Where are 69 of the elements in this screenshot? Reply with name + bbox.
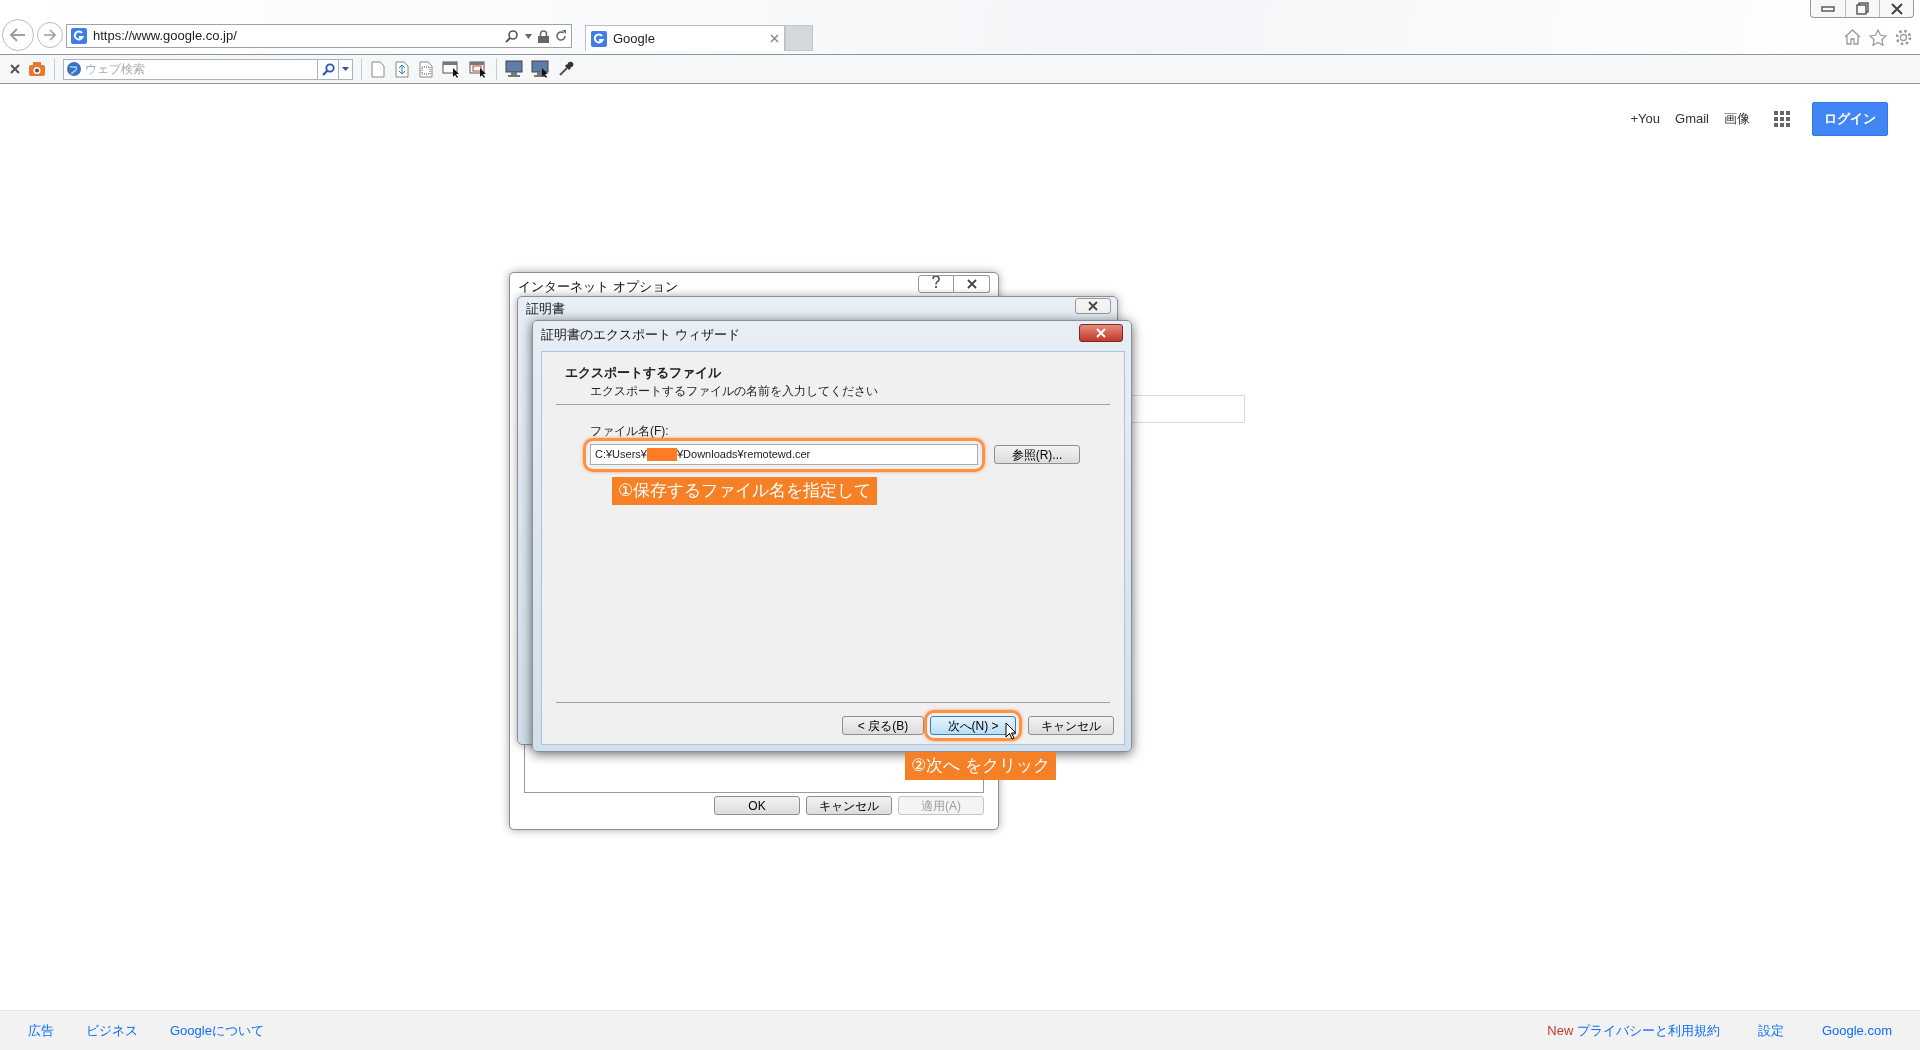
close-icon[interactable]: [10, 64, 20, 74]
wizard-button[interactable]: < 戻る(B): [842, 716, 924, 735]
page-subtitle: エクスポートするファイルの名前を入力してください: [590, 383, 878, 400]
search-field[interactable]: ウェブ検索: [82, 58, 317, 80]
restore-icon[interactable]: [1855, 1, 1870, 16]
footer-link[interactable]: New プライバシーと利用規約: [1547, 1020, 1720, 1041]
annotation-callout: ②次へ をクリック: [905, 752, 1056, 780]
window-cursor-icon[interactable]: [469, 59, 488, 79]
search-button[interactable]: [317, 58, 339, 80]
footer-link[interactable]: Google.com: [1821, 1020, 1892, 1041]
address-text: https://www.google.co.jp/: [93, 27, 238, 46]
site-favicon: [71, 28, 87, 44]
footer-link[interactable]: ビジネス: [86, 1020, 138, 1041]
eyedropper-icon[interactable]: [558, 61, 574, 77]
settings-icon[interactable]: [1895, 29, 1912, 46]
page-arrows-icon[interactable]: [394, 60, 410, 78]
apps-grid-icon[interactable]: [1774, 111, 1790, 127]
header-link[interactable]: 画像: [1724, 109, 1750, 129]
header-link[interactable]: Gmail: [1675, 109, 1709, 129]
dropdown-caret-icon[interactable]: [525, 33, 532, 39]
home-icon[interactable]: [1844, 29, 1861, 45]
window-cursor-icon[interactable]: [442, 59, 461, 79]
close-icon: [1096, 328, 1106, 338]
login-button[interactable]: ログイン: [1812, 102, 1888, 136]
monitor-icon[interactable]: [505, 60, 523, 78]
help-button[interactable]: [918, 275, 954, 293]
search-icon[interactable]: [505, 29, 519, 43]
field-label: ファイル名(F):: [590, 423, 669, 440]
refresh-icon[interactable]: [555, 30, 567, 42]
back-button[interactable]: [2, 19, 34, 51]
close-icon: [966, 279, 977, 289]
close-button[interactable]: [1075, 298, 1111, 314]
forward-arrow-icon: [43, 29, 57, 41]
page-heading: エクスポートするファイル: [565, 364, 721, 382]
dialog-button[interactable]: OK: [714, 796, 800, 815]
globe-icon: [66, 61, 82, 77]
footer-link[interactable]: Googleについて: [170, 1020, 264, 1041]
footer-link[interactable]: 設定: [1757, 1020, 1784, 1041]
window-title: インターネット オプション: [518, 278, 678, 297]
window-title: 証明書のエクスポート ウィザード: [541, 326, 740, 345]
close-button[interactable]: [1079, 324, 1123, 342]
wizard-button[interactable]: キャンセル: [1028, 716, 1114, 735]
lock-icon: [538, 29, 549, 43]
header-link[interactable]: +You: [1630, 109, 1661, 129]
browse-button[interactable]: 参照(R)...: [994, 445, 1080, 464]
search-dropdown-button[interactable]: [339, 58, 353, 80]
back-arrow-icon: [9, 27, 27, 43]
monitor-cursor-icon[interactable]: [531, 59, 550, 79]
close-button[interactable]: [954, 275, 990, 293]
help-icon: [932, 276, 940, 288]
site-favicon: [591, 30, 607, 47]
redaction-mark: [646, 448, 677, 461]
camera-icon[interactable]: [28, 61, 46, 77]
cursor-icon: [1005, 722, 1017, 740]
close-icon: [1088, 301, 1098, 311]
search-field[interactable]: [1130, 395, 1245, 423]
search-icon: [321, 62, 335, 76]
address-bar[interactable]: https://www.google.co.jp/: [66, 24, 572, 48]
dialog-button[interactable]: キャンセル: [806, 796, 892, 815]
window-title: 証明書: [526, 300, 565, 318]
tab-title: Google: [613, 29, 656, 48]
browser-tab[interactable]: Google: [585, 25, 785, 51]
close-icon[interactable]: [1889, 1, 1904, 16]
star-icon[interactable]: [1869, 29, 1887, 46]
wizard-button[interactable]: 次へ(N) >: [930, 716, 1016, 735]
dropdown-caret-icon: [342, 67, 349, 71]
file-name-field[interactable]: C:¥Users¥ ¥Downloads¥remotewd.cer: [590, 444, 978, 465]
footer-link[interactable]: 広告: [28, 1020, 54, 1041]
annotation-callout: ①保存するファイル名を指定して: [612, 477, 878, 505]
